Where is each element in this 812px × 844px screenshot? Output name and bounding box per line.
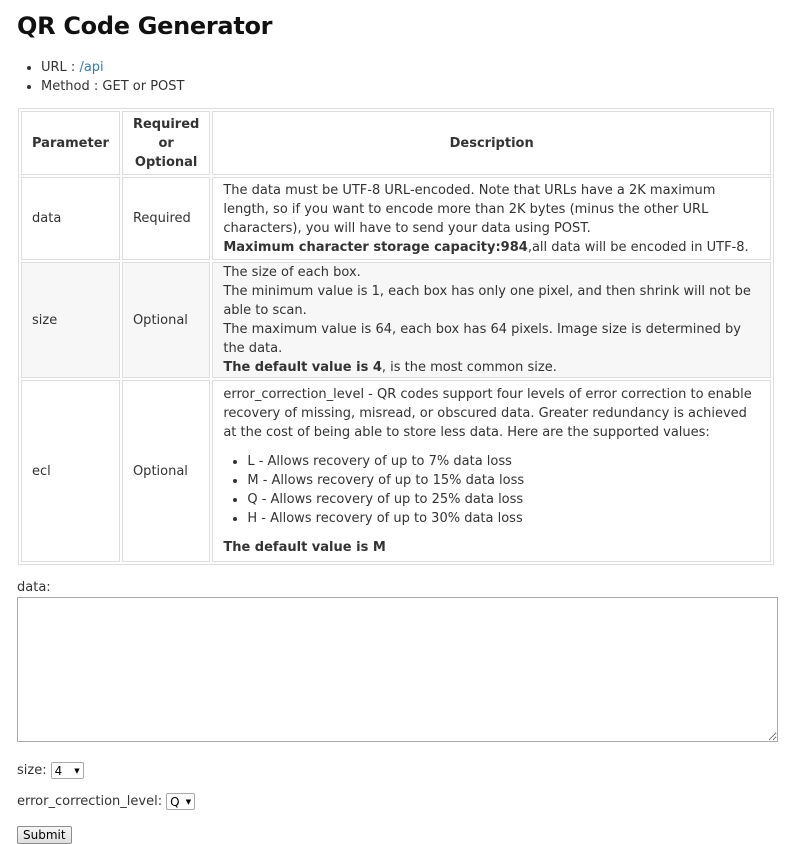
chevron-down-icon: ▼ (185, 797, 192, 806)
table-header-row: Parameter Required or Optional Descripti… (21, 111, 771, 175)
desc-bold: Maximum character storage capacity:984 (223, 239, 528, 255)
header-required-line1: Required (132, 116, 200, 132)
desc-line: The default value is 4, is the most comm… (223, 358, 760, 377)
list-item: Q - Allows recovery of up to 25% data lo… (247, 490, 760, 509)
ecl-levels-list: L - Allows recovery of up to 7% data los… (223, 452, 760, 528)
param-required: Optional (121, 380, 211, 562)
desc-line: The size of each box. (223, 265, 361, 280)
desc-intro: error_correction_level - QR codes suppor… (223, 387, 752, 440)
submit-row: Submit (17, 824, 795, 844)
url-item: URL : /api (41, 58, 795, 77)
data-textarea[interactable] (17, 597, 778, 742)
param-description: The data must be UTF-8 URL-encoded. Note… (212, 177, 771, 260)
list-item: L - Allows recovery of up to 7% data los… (247, 452, 760, 471)
list-item: M - Allows recovery of up to 15% data lo… (247, 471, 760, 490)
desc-line: The maximum value is 64, each box has 64… (223, 322, 741, 356)
size-select[interactable]: 4 ▼ (50, 762, 84, 779)
header-parameter: Parameter (21, 111, 120, 175)
header-description: Description (212, 111, 771, 175)
param-name: ecl (21, 380, 120, 562)
table-row: ecl Optional error_correction_level - QR… (21, 380, 771, 562)
size-label: size: (17, 763, 47, 778)
ecl-select-value: Q (170, 794, 180, 809)
param-required: Required (121, 177, 211, 260)
desc-line: The minimum value is 1, each box has onl… (223, 284, 751, 318)
submit-button[interactable]: Submit (17, 826, 72, 844)
desc-bold: The default value is 4 (223, 360, 382, 375)
header-required-line2: or (158, 135, 174, 151)
ecl-row: error_correction_level: Q ▼ (17, 793, 795, 810)
param-description: The size of each box. The minimum value … (212, 262, 771, 378)
param-description: error_correction_level - QR codes suppor… (212, 380, 771, 562)
desc-tail: , is the most common size. (381, 360, 557, 375)
param-required: Optional (121, 262, 211, 378)
desc-text: The data must be UTF-8 URL-encoded. Note… (223, 182, 716, 236)
ecl-label: error_correction_level: (17, 794, 163, 809)
chevron-down-icon: ▼ (74, 766, 80, 775)
api-info-list: URL : /api Method : GET or POST (17, 58, 795, 96)
header-required-line3: Optional (134, 154, 198, 170)
desc-tail: ,all data will be encoded in UTF-8. (527, 239, 749, 255)
api-link[interactable]: /api (79, 60, 103, 75)
parameter-table: Parameter Required or Optional Descripti… (18, 108, 774, 565)
size-select-value: 4 (54, 763, 63, 778)
list-item: H - Allows recovery of up to 30% data lo… (247, 509, 760, 528)
ecl-select[interactable]: Q ▼ (166, 793, 196, 810)
table-row: data Required The data must be UTF-8 URL… (21, 177, 771, 260)
desc-default: The default value is M (223, 540, 386, 555)
method-item: Method : GET or POST (41, 77, 795, 96)
url-label: URL : (41, 60, 80, 75)
table-row: size Optional The size of each box. The … (21, 262, 771, 378)
header-required: Required or Optional (121, 111, 211, 175)
page-title: QR Code Generator (17, 12, 273, 40)
param-name: size (21, 262, 120, 378)
param-name: data (21, 177, 120, 260)
data-label: data: (17, 580, 51, 595)
size-row: size: 4 ▼ (17, 762, 795, 779)
